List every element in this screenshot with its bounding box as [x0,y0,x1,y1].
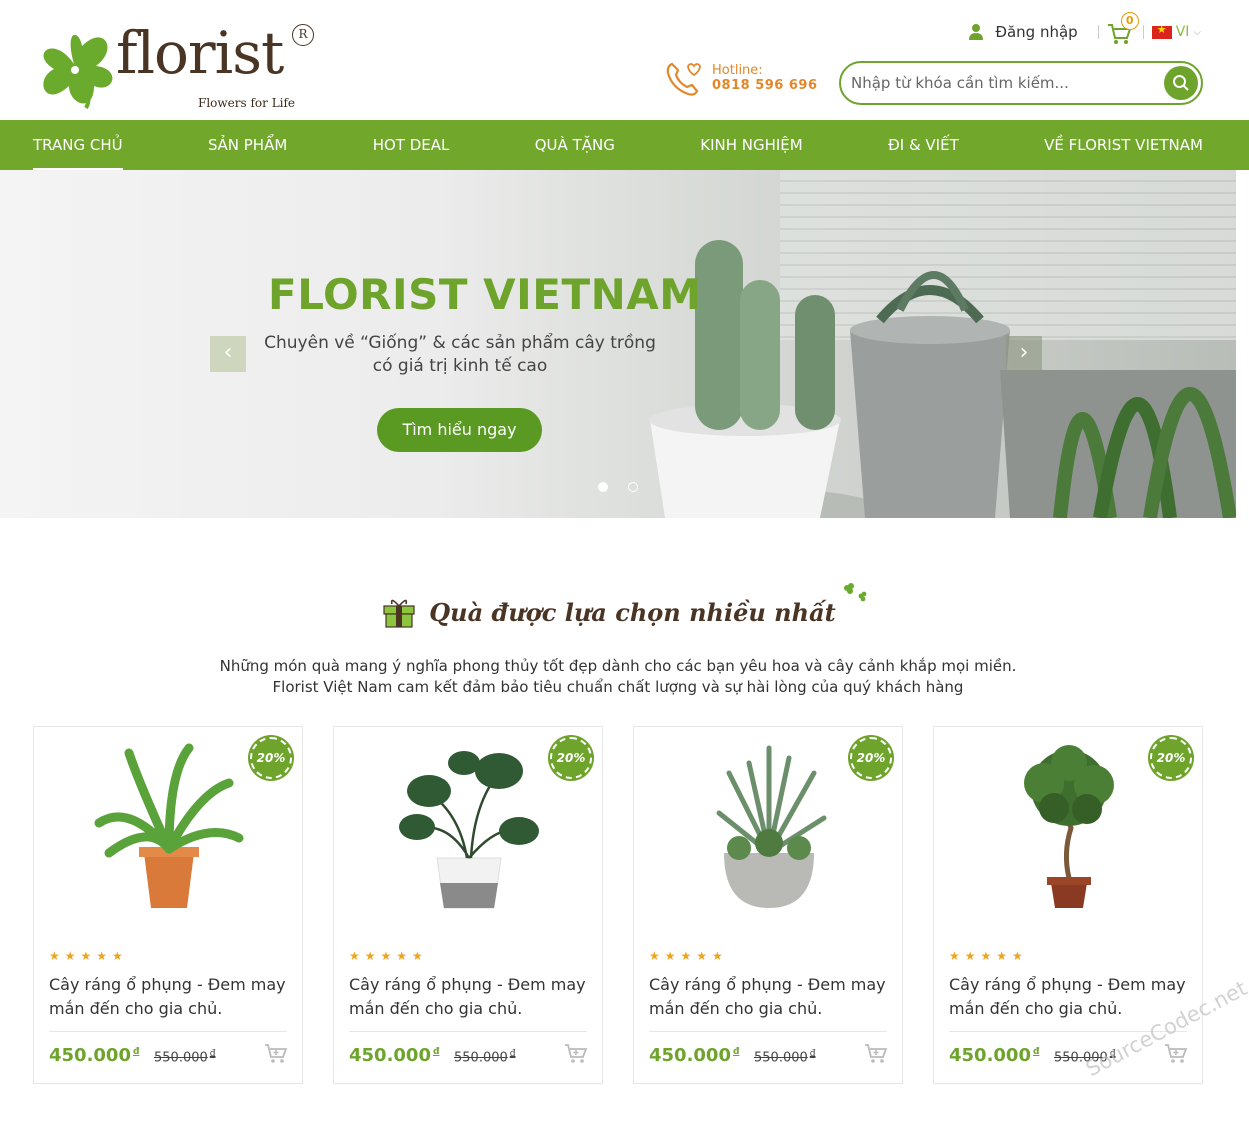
rating-stars: ★★★★★ [49,949,128,963]
rating-stars: ★★★★★ [649,949,728,963]
nav-item-experience[interactable]: KINH NGHIỆM [700,120,803,170]
top-utility-bar: Đăng nhập 0 VI ⌵ [969,12,1201,46]
brand-tagline: Flowers for Life [198,96,296,110]
currency: đ [432,1047,440,1057]
price-value: 450.000 [949,1045,1031,1066]
product-price: 450.000 đ [349,1045,439,1066]
hero-subtitle-line-1: Chuyên về “Giống” & các sản phẩm cây trồ… [264,333,656,353]
add-to-cart-icon[interactable] [564,1043,588,1065]
section-heading: Quà được lựa chọn nhiều nhất [0,583,1249,628]
hotline[interactable]: Hotline: 0818 596 696 [664,58,818,98]
currency: đ [732,1047,740,1057]
divider [1142,25,1144,39]
login-link[interactable]: Đăng nhập [969,23,1089,41]
nav-item-hot-deal[interactable]: HOT DEAL [373,120,450,170]
old-price-value: 550.000 [154,1050,208,1066]
currency: đ [809,1049,816,1059]
section-description: Những món quà mang ý nghĩa phong thủy tố… [0,656,1236,698]
product-price: 450.000 đ [949,1045,1039,1066]
gift-icon [383,599,415,628]
logo[interactable]: florist R Flowers for Life [34,22,324,117]
discount-badge: 20% [550,737,592,779]
slider-next-button[interactable]: › [1006,336,1042,372]
currency: đ [1032,1047,1040,1057]
phone-heart-icon [666,62,701,96]
product-name[interactable]: Cây ráng ổ phụng - Đem may mắn đến cho g… [349,973,589,1021]
section-title: Quà được lựa chọn nhiều nhất [429,597,836,627]
price-value: 450.000 [649,1045,731,1066]
product-image [399,751,539,909]
section-description-line-2: Florist Việt Nam cam kết đảm bảo tiêu ch… [272,678,964,696]
clover-icon [43,34,113,109]
hotline-label: Hotline: [712,63,763,78]
cart-button[interactable]: 0 [1107,12,1139,46]
cart-count-badge: 0 [1120,12,1139,30]
divider [649,1031,887,1032]
hero-subtitle-line-2: có giá trị kinh tế cao [372,356,548,376]
old-price-value: 550.000 [754,1050,808,1066]
currency: đ [132,1047,140,1057]
old-price-value: 550.000 [454,1050,508,1066]
nav-item-home[interactable]: TRANG CHỦ [33,120,123,170]
chevron-down-icon: ⌵ [1193,26,1201,38]
product-grid: 20% ★★★★★ Cây ráng ổ phụng - Đem may mắn… [33,726,1203,1086]
search-icon [1173,75,1189,91]
product-price: 450.000 đ [49,1045,139,1066]
hotline-number[interactable]: 0818 596 696 [712,78,818,93]
search-box [839,61,1203,105]
product-name[interactable]: Cây ráng ổ phụng - Đem may mắn đến cho g… [649,973,889,1021]
price-value: 450.000 [349,1045,431,1066]
discount-badge: 20% [1150,737,1192,779]
product-price: 450.000 đ [649,1045,739,1066]
learn-more-button[interactable]: Tìm hiểu ngay [377,408,542,452]
add-to-cart-icon[interactable] [864,1043,888,1065]
vietnam-flag-icon [1151,23,1172,39]
site-header: florist R Flowers for Life Đăng nhập 0 V… [0,0,1249,120]
language-selector[interactable]: VI ⌵ [1151,23,1201,40]
product-old-price: 550.000 đ [754,1049,815,1065]
search-button[interactable] [1164,66,1198,100]
product-card[interactable]: 20% ★★★★★ Cây ráng ổ phụng - Đem may mắn… [333,726,603,1084]
nav-item-gifts[interactable]: QUÀ TẶNG [535,120,615,170]
nav-item-about[interactable]: VỀ FLORIST VIETNAM [1044,120,1203,170]
rating-stars: ★★★★★ [349,949,428,963]
product-card[interactable]: 20% ★★★★★ Cây ráng ổ phụng - Đem may mắn… [633,726,903,1084]
rating-stars: ★★★★★ [949,949,1028,963]
add-to-cart-icon[interactable] [1164,1043,1188,1065]
user-icon [969,24,984,40]
clover-small-icon [843,583,867,602]
search-input[interactable] [851,71,1151,95]
registered-mark: R [292,24,314,46]
price-value: 450.000 [49,1045,131,1066]
nav-item-go-write[interactable]: ĐI & VIẾT [888,120,959,170]
product-card[interactable]: 20% ★★★★★ Cây ráng ổ phụng - Đem may mắn… [33,726,303,1084]
divider [1097,25,1099,39]
slider-dot-1[interactable] [598,482,608,492]
product-image [94,743,244,908]
product-old-price: 550.000 đ [154,1049,215,1065]
language-label: VI [1175,24,1190,40]
hero-title: FLORIST VIETNAM [268,270,702,319]
discount-badge: 20% [850,737,892,779]
product-name[interactable]: Cây ráng ổ phụng - Đem may mắn đến cho g… [949,973,1189,1021]
divider [49,1031,287,1032]
main-nav: TRANG CHỦ SẢN PHẨM HOT DEAL QUÀ TẶNG KIN… [0,120,1249,170]
discount-badge: 20% [250,737,292,779]
login-label: Đăng nhập [995,23,1078,41]
slider-dot-2[interactable] [628,482,638,492]
currency: đ [509,1049,516,1059]
section-description-line-1: Những món quà mang ý nghĩa phong thủy tố… [219,657,1017,675]
product-image [1024,745,1114,908]
hero-subtitle: Chuyên về “Giống” & các sản phẩm cây trồ… [248,332,672,378]
currency: đ [209,1049,216,1059]
product-name[interactable]: Cây ráng ổ phụng - Đem may mắn đến cho g… [49,973,289,1021]
hero-slider: FLORIST VIETNAM Chuyên về “Giống” & các … [0,170,1236,518]
product-old-price: 550.000 đ [454,1049,515,1065]
add-to-cart-icon[interactable] [264,1043,288,1065]
nav-item-products[interactable]: SẢN PHẨM [208,120,287,170]
slider-prev-button[interactable]: ‹ [210,336,246,372]
brand-name: florist [116,19,284,87]
product-image [716,745,827,908]
divider [349,1031,587,1032]
